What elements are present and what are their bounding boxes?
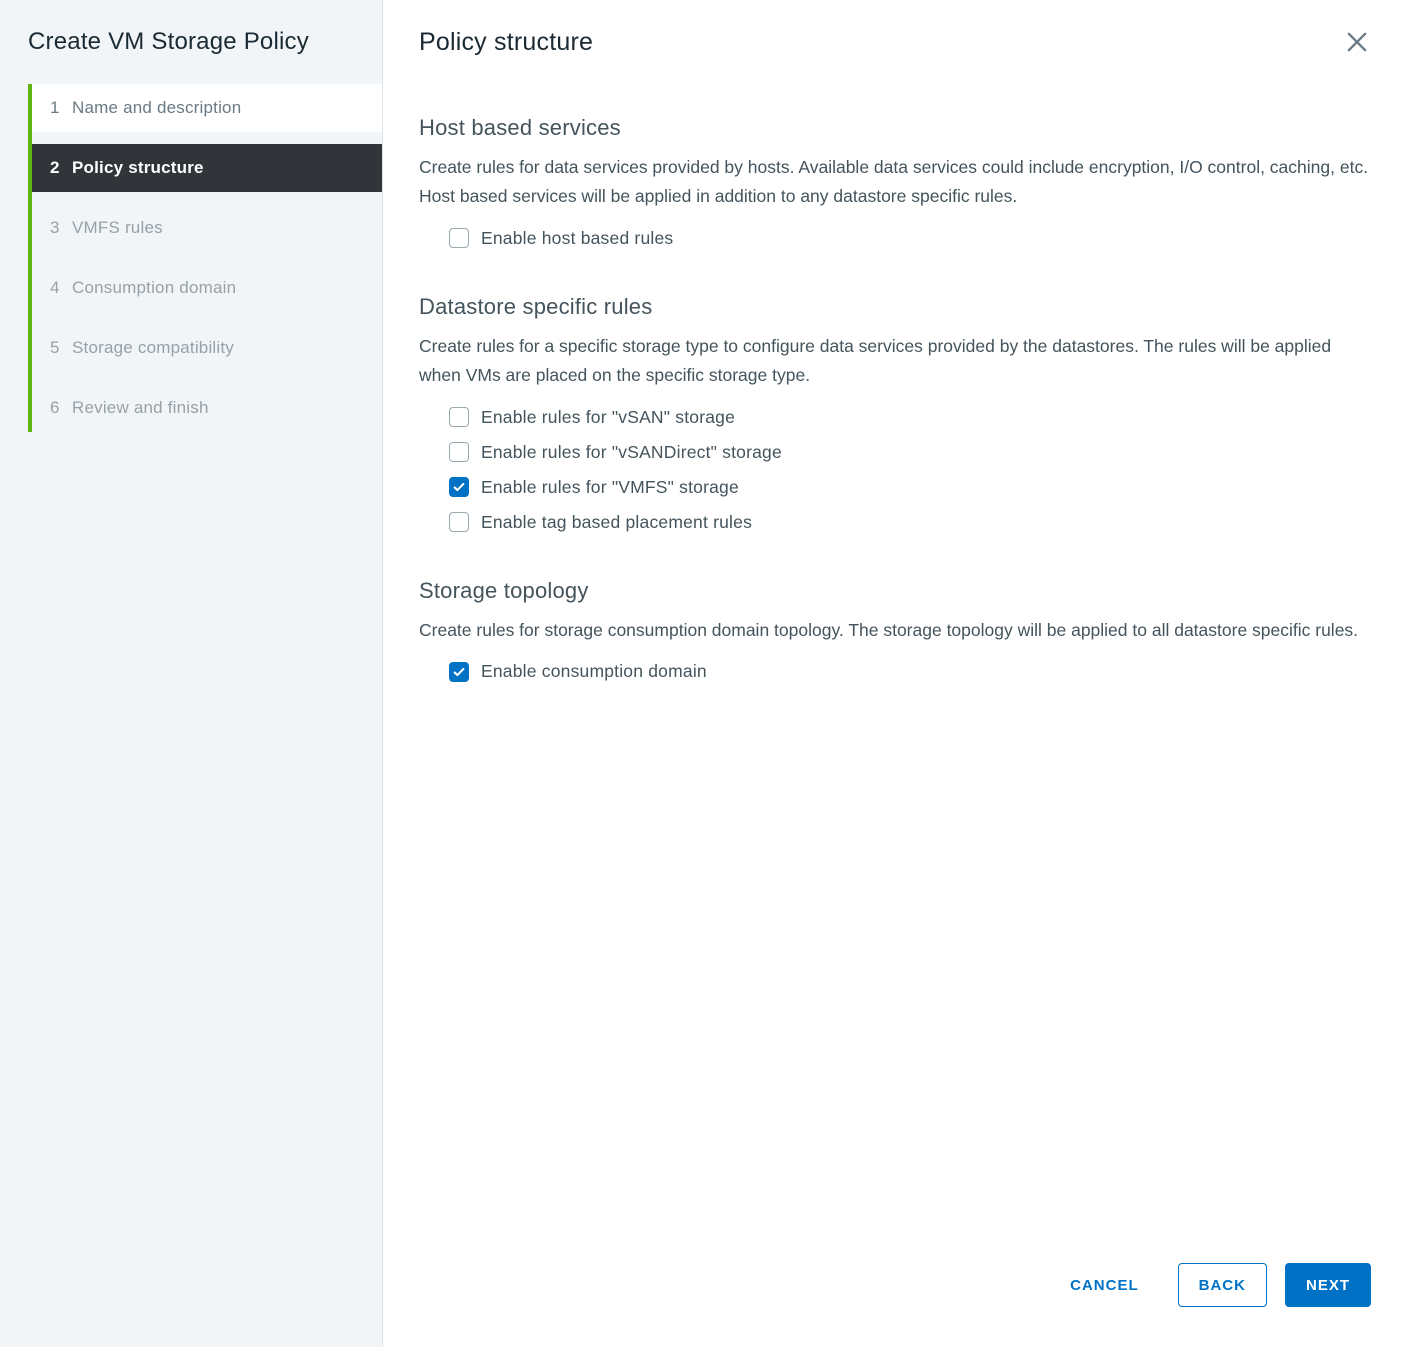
storage-topology-checkbox-group: Enable consumption domain <box>419 654 1371 689</box>
wizard-step-2[interactable]: 2Policy structure <box>32 144 382 192</box>
host-services-heading: Host based services <box>419 115 1371 141</box>
checkbox-box-icon <box>449 512 469 532</box>
checkbox-enable-tag[interactable]: Enable tag based placement rules <box>449 505 1371 540</box>
next-button[interactable]: NEXT <box>1285 1263 1371 1307</box>
step-label: Review and finish <box>72 398 209 418</box>
wizard-step-5: 5Storage compatibility <box>32 324 382 372</box>
checkbox-label: Enable consumption domain <box>481 661 707 682</box>
checkbox-label: Enable rules for "vSANDirect" storage <box>481 442 782 463</box>
datastore-rules-checkbox-group: Enable rules for "vSAN" storage Enable ru… <box>419 400 1371 540</box>
step-number: 5 <box>50 338 72 358</box>
wizard-step-3: 3VMFS rules <box>32 204 382 252</box>
wizard-content: Policy structure Host based services Cre… <box>383 0 1407 1347</box>
storage-topology-description: Create rules for storage consumption dom… <box>419 616 1371 645</box>
page-title: Policy structure <box>419 28 1371 57</box>
step-number: 2 <box>50 158 72 178</box>
checkbox-box-icon <box>449 662 469 682</box>
datastore-rules-heading: Datastore specific rules <box>419 294 1371 320</box>
checkbox-box-icon <box>449 442 469 462</box>
checkbox-box-icon <box>449 477 469 497</box>
wizard-step-6: 6Review and finish <box>32 384 382 432</box>
checkbox-label: Enable rules for "VMFS" storage <box>481 477 739 498</box>
step-label: Storage compatibility <box>72 338 234 358</box>
checkbox-enable-consumption-domain[interactable]: Enable consumption domain <box>449 654 1371 689</box>
wizard-title: Create VM Storage Policy <box>0 28 382 84</box>
step-label: VMFS rules <box>72 218 163 238</box>
host-services-description: Create rules for data services provided … <box>419 153 1371 211</box>
wizard-step-1[interactable]: 1Name and description <box>32 84 382 132</box>
checkbox-enable-host-rules[interactable]: Enable host based rules <box>449 221 1371 256</box>
host-services-checkbox-group: Enable host based rules <box>419 221 1371 256</box>
checkbox-label: Enable host based rules <box>481 228 673 249</box>
checkbox-box-icon <box>449 228 469 248</box>
storage-topology-heading: Storage topology <box>419 578 1371 604</box>
section-storage-topology: Storage topology Create rules for storag… <box>419 578 1371 690</box>
wizard-dialog: Create VM Storage Policy 1Name and descr… <box>0 0 1407 1347</box>
step-number: 6 <box>50 398 72 418</box>
checkbox-enable-vmfs[interactable]: Enable rules for "VMFS" storage <box>449 470 1371 505</box>
checkbox-box-icon <box>449 407 469 427</box>
wizard-steps: 1Name and description 2Policy structure 3V… <box>28 84 382 432</box>
checkbox-enable-vsandirect[interactable]: Enable rules for "vSANDirect" storage <box>449 435 1371 470</box>
datastore-rules-description: Create rules for a specific storage type… <box>419 332 1371 390</box>
cancel-button[interactable]: CANCEL <box>1049 1263 1160 1307</box>
step-label: Policy structure <box>72 158 204 178</box>
step-label: Consumption domain <box>72 278 236 298</box>
checkbox-label: Enable tag based placement rules <box>481 512 752 533</box>
back-button[interactable]: BACK <box>1178 1263 1267 1307</box>
step-number: 4 <box>50 278 72 298</box>
step-number: 1 <box>50 98 72 118</box>
step-number: 3 <box>50 218 72 238</box>
checkbox-label: Enable rules for "vSAN" storage <box>481 407 735 428</box>
checkbox-enable-vsan[interactable]: Enable rules for "vSAN" storage <box>449 400 1371 435</box>
wizard-footer: CANCEL BACK NEXT <box>419 1235 1371 1347</box>
close-icon[interactable] <box>1343 28 1371 56</box>
wizard-step-4: 4Consumption domain <box>32 264 382 312</box>
section-datastore-rules: Datastore specific rules Create rules fo… <box>419 294 1371 540</box>
section-host-services: Host based services Create rules for dat… <box>419 115 1371 256</box>
wizard-sidebar: Create VM Storage Policy 1Name and descr… <box>0 0 383 1347</box>
step-label: Name and description <box>72 98 241 118</box>
